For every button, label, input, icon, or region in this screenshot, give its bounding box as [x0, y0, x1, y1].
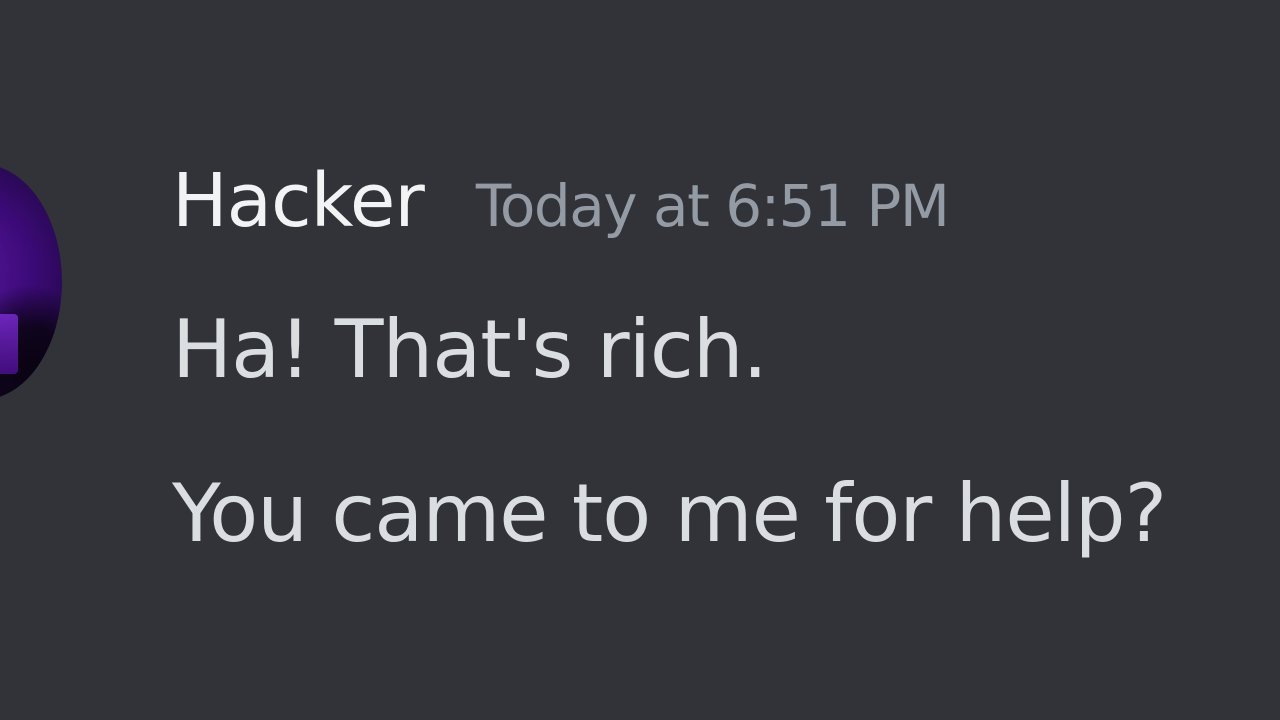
message-text: Ha! That's rich. [172, 303, 768, 396]
avatar-highlight [0, 314, 18, 374]
avatar[interactable] [0, 164, 62, 400]
message-text: You came to me for help? [172, 467, 1167, 560]
message-group: Hacker Today at 6:51 PM Ha! That's rich.… [172, 158, 1280, 554]
username[interactable]: Hacker [172, 158, 425, 244]
message-header: Hacker Today at 6:51 PM [172, 158, 1280, 258]
message-timestamp[interactable]: Today at 6:51 PM [476, 172, 950, 240]
chat-message-area: Hacker Today at 6:51 PM Ha! That's rich.… [0, 0, 1280, 720]
